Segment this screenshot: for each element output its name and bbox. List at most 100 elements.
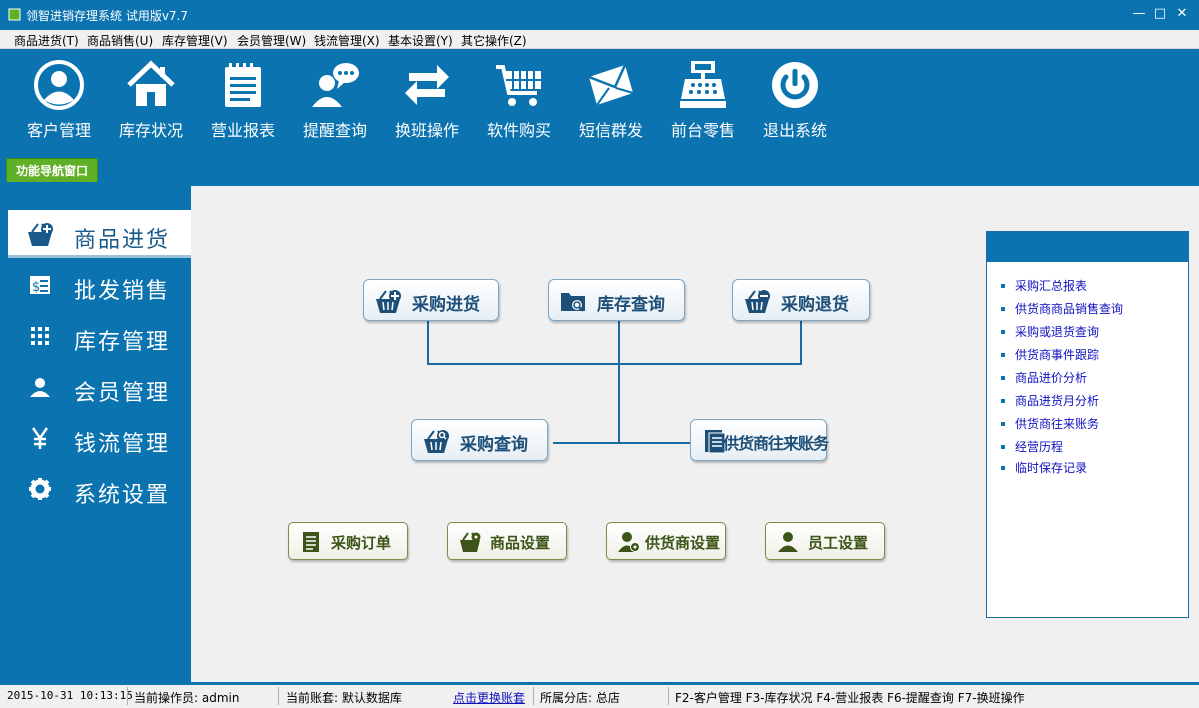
toolbar-customer-button[interactable]: 客户管理	[14, 59, 104, 141]
connector-line	[618, 321, 620, 443]
nav-item-members[interactable]: 会员管理	[8, 363, 191, 411]
link-business-history[interactable]: 经营历程	[1015, 438, 1063, 455]
connector-line	[553, 442, 691, 444]
user-circle-icon	[34, 60, 84, 110]
status-operator: 当前操作员: admin	[134, 691, 240, 705]
receipt-dollar-icon: $	[30, 276, 50, 295]
menu-item-basic-settings[interactable]: 基本设置(Y)	[388, 32, 453, 49]
grid-icon	[31, 327, 49, 345]
purchase-query-button[interactable]: 采购查询	[411, 419, 548, 461]
bullet-icon	[1001, 376, 1005, 380]
staff-settings-button[interactable]: 员工设置	[765, 522, 885, 560]
menu-item-goods-purchase[interactable]: 商品进货(T)	[14, 32, 79, 49]
nav-item-system-settings[interactable]: 系统设置	[8, 465, 191, 513]
status-divider	[127, 687, 128, 705]
link-supplier-accounts[interactable]: 供货商往来账务	[1015, 415, 1099, 432]
toolbar-label: 库存状况	[118, 121, 183, 140]
supplier-accounts-label: 供货商往来账务	[723, 434, 829, 453]
nav-item-label: 批发销售	[74, 279, 171, 304]
menu-item-inventory[interactable]: 库存管理(V)	[162, 32, 228, 49]
house-icon	[127, 60, 175, 106]
supplier-settings-button[interactable]: 供货商设置	[606, 522, 726, 560]
gear-icon	[29, 478, 51, 500]
switch-account-link[interactable]: 点击更换账套	[453, 689, 525, 706]
nav-item-inventory[interactable]: 库存管理	[8, 312, 191, 360]
notepad-icon	[225, 63, 261, 107]
link-supplier-events[interactable]: 供货商事件跟踪	[1015, 346, 1099, 363]
purchase-return-button[interactable]: 采购退货	[732, 279, 870, 321]
toolbar-label: 软件购买	[486, 121, 551, 140]
menu-item-members[interactable]: 会员管理(W)	[237, 32, 306, 49]
minimize-icon[interactable]: —	[1131, 6, 1147, 22]
status-divider	[668, 687, 669, 705]
yen-icon	[31, 427, 49, 449]
basket-plus-icon	[376, 290, 401, 313]
toolbar-reminder-button[interactable]: 提醒查询	[290, 59, 380, 141]
nav-item-wholesale[interactable]: $ 批发销售	[8, 261, 191, 309]
basket-gear-icon	[460, 532, 481, 552]
toolbar-label: 前台零售	[670, 121, 735, 140]
bullet-icon	[1001, 445, 1005, 449]
toolbar-label: 提醒查询	[302, 121, 367, 140]
toolbar: 客户管理 库存状况 营业报表 提醒查询 换班操作 软件购买 短信群发 前台零售 …	[0, 49, 1199, 155]
toolbar-stock-status-button[interactable]: 库存状况	[106, 59, 196, 141]
cash-register-icon	[680, 61, 726, 108]
person-icon	[30, 378, 50, 397]
menu-bar: 商品进货(T) 商品销售(U) 库存管理(V) 会员管理(W) 钱流管理(X) …	[0, 30, 1199, 49]
left-nav-panel: 商品进货 $ 批发销售 库存管理 会员管理 钱流管理 系统设置	[8, 186, 191, 682]
nav-item-label: 库存管理	[74, 330, 171, 355]
bullet-icon	[1001, 422, 1005, 426]
purchase-order-button[interactable]: 采购订单	[288, 522, 408, 560]
document-list-icon	[303, 532, 319, 552]
link-supplier-goods-sales[interactable]: 供货商商品销售查询	[1015, 300, 1123, 317]
link-monthly-purchase[interactable]: 商品进货月分析	[1015, 392, 1099, 409]
link-purchase-return-query[interactable]: 采购或退货查询	[1015, 323, 1099, 340]
menu-item-cashflow[interactable]: 钱流管理(X)	[314, 32, 380, 49]
maximize-icon[interactable]: □	[1152, 6, 1168, 22]
status-account: 当前账套: 默认数据库	[286, 691, 402, 705]
power-icon	[772, 62, 818, 108]
connector-line	[800, 321, 802, 364]
menu-item-other[interactable]: 其它操作(Z)	[461, 32, 527, 49]
purchase-in-button[interactable]: 采购进货	[363, 279, 499, 321]
staff-settings-label: 员工设置	[808, 534, 869, 552]
toolbar-label: 换班操作	[394, 121, 459, 140]
goods-settings-button[interactable]: 商品设置	[447, 522, 567, 560]
svg-text:$: $	[32, 280, 40, 295]
status-divider	[533, 687, 534, 705]
basket-plus-icon	[28, 223, 53, 246]
supplier-settings-label: 供货商设置	[645, 534, 721, 552]
link-cost-analysis[interactable]: 商品进价分析	[1015, 369, 1087, 386]
connector-line	[427, 321, 429, 364]
folder-search-icon	[561, 293, 585, 312]
close-icon[interactable]: ✕	[1174, 6, 1190, 22]
nav-item-label: 系统设置	[74, 483, 171, 508]
menu-item-goods-sales[interactable]: 商品销售(U)	[87, 32, 153, 49]
toolbar-report-button[interactable]: 营业报表	[198, 59, 288, 141]
quick-links-panel: 采购汇总报表 供货商商品销售查询 采购或退货查询 供货商事件跟踪 商品进价分析 …	[986, 231, 1189, 618]
tab-nav-window[interactable]: 功能导航窗口	[6, 158, 98, 182]
nav-item-cashflow[interactable]: 钱流管理	[8, 414, 191, 462]
bullet-icon	[1001, 330, 1005, 334]
app-icon	[8, 8, 21, 21]
nav-item-goods-purchase[interactable]: 商品进货	[8, 210, 191, 258]
title-bar: 领智进销存理系统 试用版v7.7 — □ ✕	[0, 0, 1199, 30]
toolbar-shift-button[interactable]: 换班操作	[382, 59, 472, 141]
toolbar-exit-button[interactable]: 退出系统	[750, 59, 840, 141]
toolbar-buy-software-button[interactable]: 软件购买	[474, 59, 564, 141]
toolbar-retail-button[interactable]: 前台零售	[658, 59, 748, 141]
purchase-return-label: 采购退货	[781, 295, 849, 315]
basket-search-icon	[424, 430, 449, 453]
supplier-accounts-button[interactable]: 供货商往来账务	[690, 419, 829, 461]
status-shortcuts: F2-客户管理 F3-库存状况 F4-营业报表 F6-提醒查询 F7-换班操作	[675, 691, 1025, 705]
toolbar-label: 短信群发	[578, 121, 643, 140]
link-temp-records[interactable]: 临时保存记录	[1015, 459, 1087, 476]
swap-arrows-icon	[405, 65, 449, 105]
toolbar-sms-button[interactable]: 短信群发	[566, 59, 656, 141]
stock-query-button[interactable]: 库存查询	[548, 279, 685, 321]
purchase-order-label: 采购订单	[331, 534, 392, 552]
connector-line	[427, 363, 802, 365]
bullet-icon	[1001, 284, 1005, 288]
toolbar-label: 营业报表	[210, 121, 275, 140]
link-purchase-summary[interactable]: 采购汇总报表	[1015, 277, 1087, 294]
